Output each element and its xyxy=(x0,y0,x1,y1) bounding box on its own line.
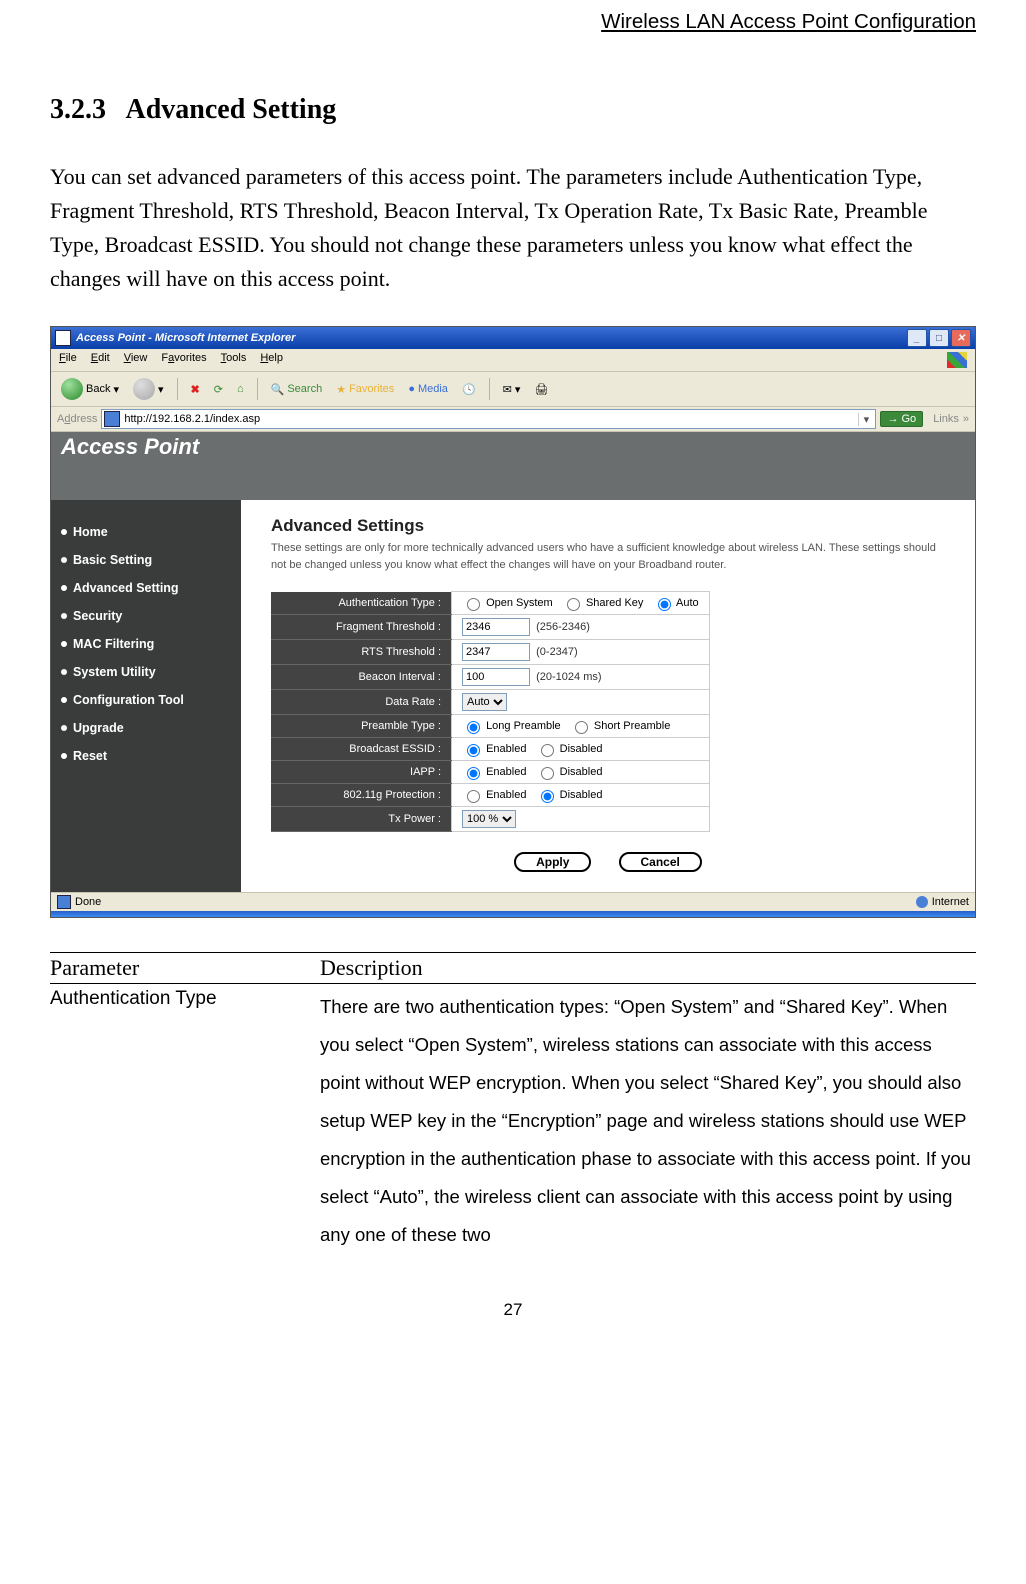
apply-button[interactable]: Apply xyxy=(514,852,591,872)
cancel-button[interactable]: Cancel xyxy=(619,852,702,872)
radio-iapp-disabled[interactable]: Disabled xyxy=(536,766,603,778)
minimize-button[interactable]: _ xyxy=(907,329,927,347)
param-authentication-type: Authentication Type xyxy=(50,984,320,1253)
sidebar-item-system-utility[interactable]: System Utility xyxy=(61,658,231,686)
select-data-rate[interactable]: Auto xyxy=(462,693,507,711)
access-point-banner: Access Point xyxy=(51,432,975,500)
radio-protection-enabled[interactable]: Enabled xyxy=(462,789,526,801)
menu-view[interactable]: View xyxy=(124,352,148,368)
section-number: 3.2.3 xyxy=(50,94,106,125)
select-tx-power[interactable]: 100 % xyxy=(462,810,516,828)
menu-edit[interactable]: Edit xyxy=(91,352,110,368)
radio-essid-enabled[interactable]: Enabled xyxy=(462,743,526,755)
status-text: Done xyxy=(75,896,101,908)
hint-frag: (256-2346) xyxy=(536,621,590,633)
running-header: Wireless LAN Access Point Configuration xyxy=(50,10,976,34)
label-data-rate: Data Rate : xyxy=(271,690,452,715)
ie-icon xyxy=(55,330,71,346)
sidebar-item-home[interactable]: Home xyxy=(61,518,231,546)
search-button[interactable]: 🔍 Search xyxy=(267,381,327,398)
toolbar: Back ▾ ▾ ✖ ⟳ ⌂ 🔍 Search ★ Favorites ● Me… xyxy=(51,372,975,407)
radio-long-preamble[interactable]: Long Preamble xyxy=(462,720,561,732)
mail-button[interactable]: ✉ ▾ xyxy=(499,381,525,398)
go-button[interactable]: → Go xyxy=(880,411,923,427)
radio-auto[interactable]: Auto xyxy=(653,597,699,609)
sidebar-item-mac-filtering[interactable]: MAC Filtering xyxy=(61,630,231,658)
back-button[interactable]: Back ▾ xyxy=(57,376,123,402)
taskbar xyxy=(51,911,975,917)
radio-short-preamble[interactable]: Short Preamble xyxy=(570,720,671,732)
url-text: http://192.168.2.1/index.asp xyxy=(124,413,858,425)
hint-beacon: (20-1024 ms) xyxy=(536,671,601,683)
close-button[interactable]: ✕ xyxy=(951,329,971,347)
menu-file[interactable]: File xyxy=(59,352,77,368)
print-button[interactable]: 🖨 xyxy=(530,381,552,398)
address-input[interactable]: http://192.168.2.1/index.asp ▾ xyxy=(101,409,876,429)
sidebar-item-configuration-tool[interactable]: Configuration Tool xyxy=(61,686,231,714)
stop-button[interactable]: ✖ xyxy=(187,381,204,398)
favicon-icon xyxy=(104,411,120,427)
address-dropdown-icon[interactable]: ▾ xyxy=(858,413,873,426)
settings-pane: Advanced Settings These settings are onl… xyxy=(241,500,975,892)
refresh-button[interactable]: ⟳ xyxy=(210,381,227,398)
label-rts-threshold: RTS Threshold : xyxy=(271,640,452,665)
links-chevron-icon[interactable]: » xyxy=(963,413,969,425)
addressbar: Address http://192.168.2.1/index.asp ▾ →… xyxy=(51,407,975,432)
sidebar-item-advanced-setting[interactable]: Advanced Setting xyxy=(61,574,231,602)
header-parameter: Parameter xyxy=(50,955,320,981)
header-description: Description xyxy=(320,955,423,981)
settings-table: Authentication Type : Open System Shared… xyxy=(271,591,710,832)
label-auth-type: Authentication Type : xyxy=(271,592,452,615)
pane-description: These settings are only for more technic… xyxy=(271,540,945,573)
label-iapp: IAPP : xyxy=(271,761,452,784)
sidebar-item-upgrade[interactable]: Upgrade xyxy=(61,714,231,742)
desc-authentication-type: There are two authentication types: “Ope… xyxy=(320,984,976,1253)
internet-zone-icon xyxy=(916,896,928,908)
label-preamble-type: Preamble Type : xyxy=(271,715,452,738)
label-frag-threshold: Fragment Threshold : xyxy=(271,615,452,640)
label-broadcast-essid: Broadcast ESSID : xyxy=(271,738,452,761)
radio-iapp-enabled[interactable]: Enabled xyxy=(462,766,526,778)
statusbar: Done Internet xyxy=(51,892,975,911)
input-frag-threshold[interactable] xyxy=(462,618,530,636)
radio-open-system[interactable]: Open System xyxy=(462,597,553,609)
menubar: File Edit View Favorites Tools Help xyxy=(51,349,975,372)
history-button[interactable]: 🕓 xyxy=(458,381,480,398)
intro-paragraph: You can set advanced parameters of this … xyxy=(50,160,976,296)
status-icon xyxy=(57,895,71,909)
sidebar: Home Basic Setting Advanced Setting Secu… xyxy=(51,500,241,892)
section-title: Advanced Setting xyxy=(125,94,336,125)
window-title: Access Point - Microsoft Internet Explor… xyxy=(76,332,295,344)
radio-shared-key[interactable]: Shared Key xyxy=(562,597,644,609)
input-rts-threshold[interactable] xyxy=(462,643,530,661)
media-button[interactable]: ● Media xyxy=(404,381,452,397)
radio-protection-disabled[interactable]: Disabled xyxy=(536,789,603,801)
forward-button[interactable]: ▾ xyxy=(129,376,168,402)
internet-zone-text: Internet xyxy=(932,896,969,908)
sidebar-item-security[interactable]: Security xyxy=(61,602,231,630)
titlebar: Access Point - Microsoft Internet Explor… xyxy=(51,327,975,349)
radio-essid-disabled[interactable]: Disabled xyxy=(536,743,603,755)
sidebar-item-basic-setting[interactable]: Basic Setting xyxy=(61,546,231,574)
page-number: 27 xyxy=(50,1300,976,1320)
links-label[interactable]: Links xyxy=(933,413,959,425)
hint-rts: (0-2347) xyxy=(536,646,578,658)
label-tx-power: Tx Power : xyxy=(271,807,452,832)
input-beacon-interval[interactable] xyxy=(462,668,530,686)
pane-title: Advanced Settings xyxy=(271,516,945,536)
menu-help[interactable]: Help xyxy=(260,352,283,368)
address-label: Address xyxy=(57,413,97,425)
favorites-button[interactable]: ★ Favorites xyxy=(332,381,398,398)
sidebar-item-reset[interactable]: Reset xyxy=(61,742,231,770)
label-80211g-protection: 802.11g Protection : xyxy=(271,784,452,807)
home-button[interactable]: ⌂ xyxy=(233,381,248,397)
menu-favorites[interactable]: Favorites xyxy=(161,352,206,368)
windows-flag-icon xyxy=(947,352,967,368)
label-beacon-interval: Beacon Interval : xyxy=(271,665,452,690)
section-heading: 3.2.3 Advanced Setting xyxy=(50,94,976,126)
menu-tools[interactable]: Tools xyxy=(221,352,247,368)
browser-window: Access Point - Microsoft Internet Explor… xyxy=(50,326,976,918)
parameter-table: Parameter Description Authentication Typ… xyxy=(50,952,976,1253)
maximize-button[interactable]: □ xyxy=(929,329,949,347)
